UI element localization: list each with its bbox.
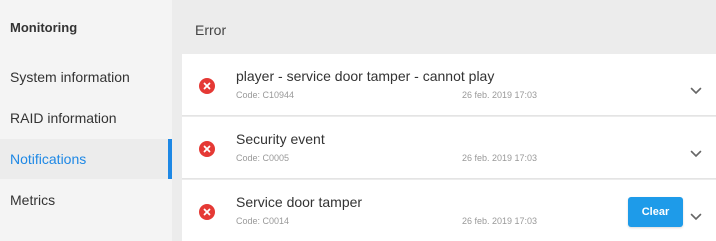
- notification-title: Service door tamper: [236, 194, 363, 210]
- notification-title: Security event: [236, 131, 325, 147]
- notification-card[interactable]: player - service door tamper - cannot pl…: [182, 54, 716, 116]
- notification-date: 26 feb. 2019 17:03: [462, 90, 538, 100]
- sidebar-header: Monitoring: [10, 20, 78, 35]
- sidebar: Monitoring System information RAID infor…: [0, 0, 172, 241]
- notification-code: Code: C0014: [236, 216, 290, 226]
- notification-card[interactable]: Security event Code: C0005 26 feb. 2019 …: [182, 117, 716, 179]
- sidebar-item-system-information[interactable]: System information: [0, 57, 172, 97]
- sidebar-item-notifications[interactable]: Notifications: [0, 139, 172, 179]
- sidebar-item-raid-information[interactable]: RAID information: [0, 98, 172, 138]
- notification-code: Code: C0005: [236, 153, 290, 163]
- sidebar-item-metrics[interactable]: Metrics: [0, 180, 172, 220]
- chevron-down-icon[interactable]: [690, 82, 702, 95]
- error-icon: [199, 204, 215, 220]
- notification-title: player - service door tamper - cannot pl…: [236, 68, 495, 84]
- error-icon: [199, 78, 215, 94]
- chevron-down-icon[interactable]: [690, 145, 702, 158]
- notification-code: Code: C10944: [236, 90, 295, 100]
- error-icon: [199, 141, 215, 157]
- section-title: Error: [195, 22, 227, 38]
- notification-date: 26 feb. 2019 17:03: [462, 216, 538, 226]
- main-panel: Error player - service door tamper - can…: [172, 0, 716, 241]
- notification-card[interactable]: Service door tamper Code: C0014 26 feb. …: [182, 180, 716, 241]
- clear-button[interactable]: Clear: [628, 197, 683, 227]
- chevron-down-icon[interactable]: [690, 208, 702, 221]
- notification-date: 26 feb. 2019 17:03: [462, 153, 538, 163]
